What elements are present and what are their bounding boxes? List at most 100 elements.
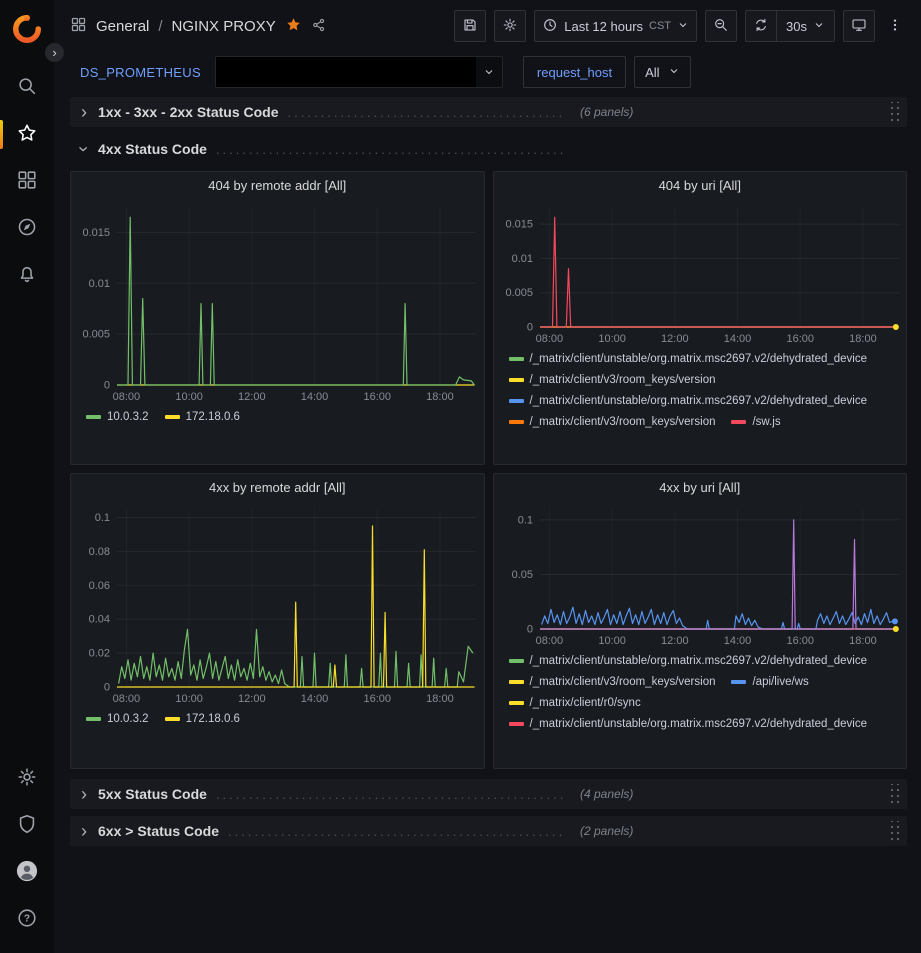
svg-text:16:00: 16:00 (786, 333, 814, 345)
legend-item[interactable]: /_matrix/client/unstable/org.matrix.msc2… (509, 350, 868, 368)
legend-series-label: /_matrix/client/unstable/org.matrix.msc2… (530, 652, 868, 670)
panel-title[interactable]: 404 by remote addr [All] (71, 172, 484, 199)
svg-text:18:00: 18:00 (849, 635, 877, 647)
svg-text:16:00: 16:00 (363, 391, 391, 403)
clock-icon (542, 17, 558, 36)
dashboard-row-1xx-3xx-2xx[interactable]: › 1xx - 3xx - 2xx Status Code ..........… (70, 97, 907, 127)
row-title: 6xx > Status Code (98, 823, 219, 839)
legend-series-swatch (509, 399, 524, 403)
svg-text:0.02: 0.02 (89, 648, 110, 660)
row-title: 4xx Status Code (98, 141, 207, 157)
sidebar-item-profile[interactable] (0, 849, 54, 896)
sidebar-expand-button[interactable]: › (45, 43, 64, 62)
legend-item[interactable]: /_matrix/client/v3/room_keys/version (509, 371, 716, 389)
legend-item[interactable]: 172.18.0.6 (165, 710, 240, 728)
svg-text:14:00: 14:00 (723, 635, 751, 647)
svg-text:10:00: 10:00 (598, 635, 626, 647)
svg-text:0: 0 (104, 380, 110, 392)
grafana-logo[interactable] (0, 8, 54, 50)
svg-text:10:00: 10:00 (175, 391, 203, 403)
svg-text:10:00: 10:00 (175, 693, 203, 705)
alerts-bell-icon (16, 263, 38, 288)
legend-item[interactable]: /_matrix/client/unstable/org.matrix.msc2… (509, 652, 868, 670)
svg-text:08:00: 08:00 (113, 693, 141, 705)
dashboard-row-5xx[interactable]: › 5xx Status Code ......................… (70, 779, 907, 809)
chart-panel-4: 4xx by uri [All]00.050.108:0010:0012:001… (493, 473, 908, 769)
legend-series-label: /_matrix/client/unstable/org.matrix.msc2… (530, 715, 868, 733)
time-series-chart: 00.0050.010.01508:0010:0012:0014:0016:00… (71, 199, 484, 405)
svg-text:08:00: 08:00 (535, 333, 563, 345)
svg-text:14:00: 14:00 (301, 693, 329, 705)
svg-text:14:00: 14:00 (301, 391, 329, 403)
time-series-chart: 00.020.040.060.080.108:0010:0012:0014:00… (71, 501, 484, 707)
dashboard-grid-icon (70, 16, 87, 36)
svg-text:12:00: 12:00 (238, 693, 266, 705)
chart-panel-2: 404 by uri [All]00.0050.010.01508:0010:0… (493, 171, 908, 465)
legend-item[interactable]: /_matrix/client/v3/room_keys/version (509, 673, 716, 691)
sidebar-item-dashboards[interactable] (0, 158, 54, 205)
svg-text:18:00: 18:00 (849, 333, 877, 345)
legend-series-label: /_matrix/client/r0/sync (530, 694, 641, 712)
panel-title[interactable]: 4xx by uri [All] (494, 474, 907, 501)
share-icon[interactable] (311, 17, 327, 36)
time-range-picker[interactable]: Last 12 hours CST (534, 10, 697, 42)
legend-item[interactable]: /api/live/ws (731, 673, 808, 691)
legend-series-swatch (86, 415, 101, 419)
legend-item[interactable]: 10.0.3.2 (86, 710, 149, 728)
sidebar-item-alerting[interactable] (0, 252, 54, 299)
legend-item[interactable]: 172.18.0.6 (165, 408, 240, 426)
legend-item[interactable]: /sw.js (731, 413, 780, 431)
star-filled-icon[interactable] (285, 16, 302, 36)
datasource-variable-label[interactable]: DS_PROMETHEUS (80, 65, 201, 80)
refresh-interval-select[interactable]: 30s (777, 10, 835, 42)
row-dots: ........................................… (228, 824, 564, 839)
sidebar-item-explore[interactable] (0, 205, 54, 252)
panel-title[interactable]: 4xx by remote addr [All] (71, 474, 484, 501)
legend-item[interactable]: 10.0.3.2 (86, 408, 149, 426)
chart-legend: 10.0.3.2 172.18.0.6 (71, 707, 484, 768)
chevron-down-icon: › (75, 141, 93, 157)
legend-item[interactable]: /_matrix/client/r0/sync (509, 694, 641, 712)
legend-item[interactable]: /_matrix/client/unstable/org.matrix.msc2… (509, 715, 868, 733)
dashboard-settings-button[interactable] (494, 10, 526, 42)
row-drag-handle[interactable] (888, 821, 901, 841)
tv-mode-button[interactable] (843, 10, 875, 42)
legend-series-swatch (86, 717, 101, 721)
refresh-button[interactable] (745, 10, 777, 42)
legend-item[interactable]: /_matrix/client/v3/room_keys/version (509, 413, 716, 431)
page-title[interactable]: NGINX PROXY (172, 18, 276, 35)
sidebar-item-help[interactable]: ? (0, 896, 54, 943)
dashboard-content: › 1xx - 3xx - 2xx Status Code ..........… (54, 92, 921, 953)
admin-shield-icon (16, 813, 38, 838)
breadcrumb: General / NGINX PROXY (70, 16, 327, 36)
sidebar-item-search[interactable] (0, 64, 54, 111)
time-series-chart: 00.050.108:0010:0012:0014:0016:0018:00 (494, 501, 907, 649)
svg-text:?: ? (24, 914, 30, 925)
chevron-down-icon (677, 19, 689, 34)
sidebar-item-server-admin[interactable] (0, 802, 54, 849)
svg-text:08:00: 08:00 (113, 391, 141, 403)
dashboard-row-6xx[interactable]: › 6xx > Status Code ....................… (70, 816, 907, 846)
star-icon (16, 122, 38, 147)
zoom-out-button[interactable] (705, 10, 737, 42)
row-drag-handle[interactable] (888, 102, 901, 122)
chart-panel-1: 404 by remote addr [All]00.0050.010.0150… (70, 171, 485, 465)
request-host-variable-label[interactable]: request_host (523, 56, 626, 88)
sidebar-item-starred[interactable] (0, 111, 54, 158)
request-host-variable-select[interactable]: All (634, 56, 690, 88)
save-dashboard-button[interactable] (454, 10, 486, 42)
svg-text:0.1: 0.1 (95, 512, 110, 524)
svg-text:12:00: 12:00 (661, 333, 689, 345)
dashboard-row-4xx[interactable]: › 4xx Status Code ......................… (70, 134, 907, 164)
more-options-button[interactable] (883, 10, 907, 42)
sidebar-item-configuration[interactable] (0, 755, 54, 802)
breadcrumb-section[interactable]: General (96, 18, 149, 35)
tv-icon (851, 17, 867, 36)
help-icon: ? (16, 907, 38, 932)
datasource-variable-select[interactable] (215, 56, 503, 88)
panel-title[interactable]: 404 by uri [All] (494, 172, 907, 199)
svg-text:0.06: 0.06 (89, 580, 110, 592)
row-drag-handle[interactable] (888, 784, 901, 804)
save-icon (462, 17, 478, 36)
legend-item[interactable]: /_matrix/client/unstable/org.matrix.msc2… (509, 392, 868, 410)
